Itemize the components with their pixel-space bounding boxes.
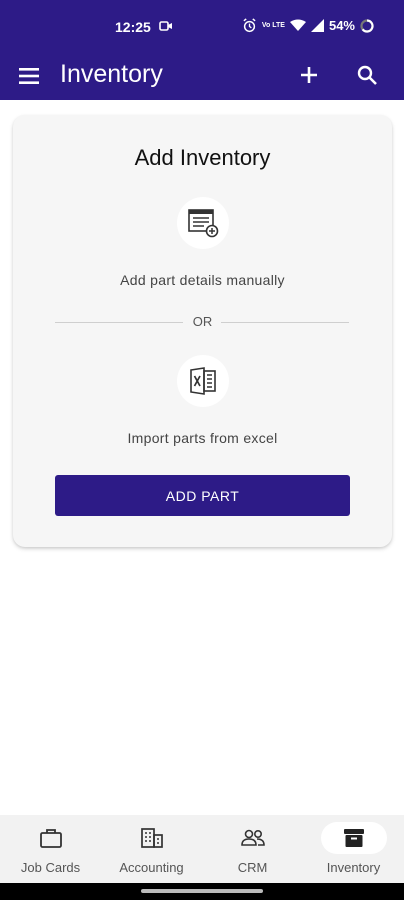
menu-icon[interactable] — [19, 66, 41, 86]
add-icon[interactable] — [298, 64, 320, 86]
status-bar: 12:25 Vo LTE 54% — [0, 0, 404, 52]
nav-label-inventory: Inventory — [326, 860, 381, 875]
bottom-navigation: Job Cards Accounting CRM Inventory — [0, 815, 404, 883]
signal-icon — [310, 19, 324, 32]
status-time: 12:25 — [115, 19, 151, 35]
video-recording-icon — [159, 21, 172, 31]
briefcase-icon — [39, 829, 62, 848]
building-icon — [140, 828, 163, 848]
nav-item-inventory[interactable]: Inventory — [303, 815, 404, 883]
home-gesture-handle[interactable] — [141, 889, 263, 893]
nav-label-accounting: Accounting — [119, 860, 184, 875]
manual-entry-label: Add part details manually — [120, 272, 285, 288]
gesture-bar — [0, 883, 404, 900]
add-part-button[interactable]: ADD PART — [55, 475, 350, 516]
wifi-icon — [289, 19, 306, 31]
excel-import-label: Import parts from excel — [127, 430, 278, 446]
app-bar: Inventory — [0, 52, 404, 100]
battery-icon — [360, 18, 374, 33]
archive-box-icon — [343, 829, 364, 847]
list-add-icon — [188, 209, 219, 238]
nav-item-job-cards[interactable]: Job Cards — [0, 815, 101, 883]
nav-item-crm[interactable]: CRM — [202, 815, 303, 883]
nav-label-crm: CRM — [237, 860, 268, 875]
page-title: Inventory — [60, 60, 163, 88]
nav-label-job-cards: Job Cards — [20, 860, 81, 875]
volte-indicator: Vo LTE — [261, 22, 285, 29]
add-inventory-card: Add Inventory Add part details manually … — [13, 115, 392, 547]
card-title: Add Inventory — [134, 145, 271, 170]
people-icon — [240, 829, 265, 846]
search-icon[interactable] — [356, 64, 378, 86]
nav-active-indicator — [320, 822, 387, 854]
status-indicators: Vo LTE 54% — [242, 18, 374, 33]
alarm-icon — [243, 18, 256, 33]
battery-percent: 54% — [328, 18, 355, 33]
excel-icon — [190, 367, 216, 395]
nav-item-accounting[interactable]: Accounting — [101, 815, 202, 883]
excel-import-option[interactable] — [177, 355, 229, 407]
divider-right — [221, 322, 349, 323]
manual-entry-option[interactable] — [177, 197, 229, 249]
